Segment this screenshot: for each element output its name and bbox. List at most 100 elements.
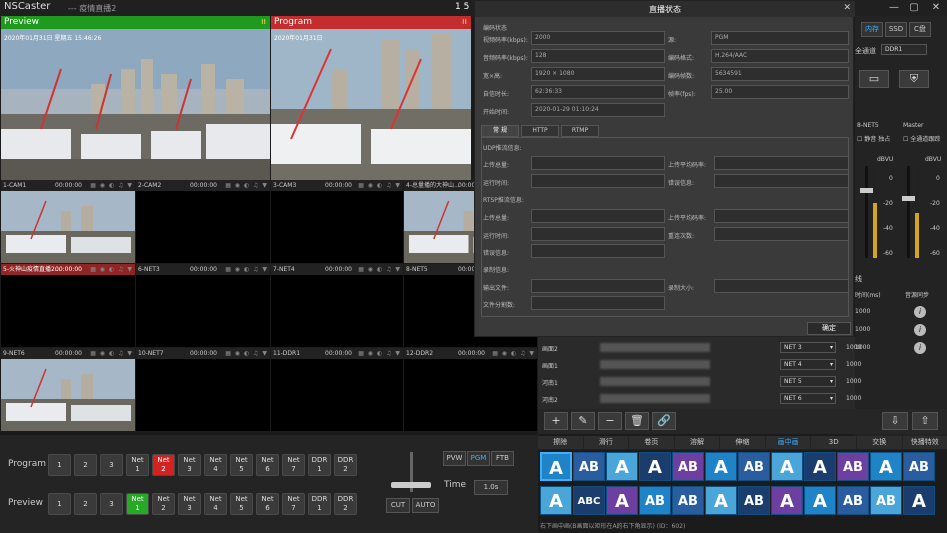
source-video[interactable] [1,191,135,263]
transition-tab[interactable]: 溶解 [674,436,720,449]
volume-fader[interactable] [860,188,873,193]
transition-effect-thumb[interactable]: AB [870,485,902,515]
transition-effect-thumb[interactable]: A [804,452,836,481]
transition-effect-thumb[interactable]: AB [639,485,671,515]
transition-effect-thumb[interactable]: A [606,485,638,515]
transition-effect-thumb[interactable]: AB [738,452,770,481]
transition-effect-thumb[interactable]: ABC [573,485,605,515]
import-icon[interactable]: ⇧ [912,412,938,430]
mute-toggle[interactable]: ☐ 静音 独占 [857,134,890,143]
transition-effect-thumb[interactable]: A [771,452,803,481]
source-tool-icons[interactable]: ▦ ◉ ◐ ♫ ▼ [225,348,268,359]
program-bus-button[interactable]: Net 3 [178,454,201,476]
edit-icon[interactable]: ✎ [571,412,595,430]
source-tool-icons[interactable]: ▦ ◉ ◐ ♫ ▼ [358,348,401,359]
transition-effect-thumb[interactable]: A [540,452,572,481]
storage-button[interactable]: SSD [885,22,907,37]
transition-tab[interactable]: 交换 [856,436,902,449]
program-bus-button[interactable]: 2 [74,454,97,476]
program-bus-button[interactable]: Net 1 [126,454,149,476]
program-bus-button[interactable]: DDR 1 [308,454,331,476]
transition-effect-thumb[interactable]: A [639,452,671,481]
source-tool-icons[interactable]: ▦ ◉ ◐ ♫ ▼ [358,264,401,275]
transition-effect-thumb[interactable]: A [804,485,836,515]
ok-button[interactable]: 确定 [807,322,851,335]
net-select[interactable]: NET 4 ▾ [780,359,836,370]
source-tool-icons[interactable]: ▦ ◉ ◐ ♫ ▼ [225,180,268,191]
preview-bus-button[interactable]: Net 2 [152,493,175,515]
transition-tab[interactable]: 3D [811,436,856,449]
source-video[interactable] [1,275,135,347]
ddr-select[interactable]: DDR1 [881,44,927,55]
source-video[interactable] [271,359,403,431]
dialog-tab[interactable]: HTTP [521,125,559,137]
source-tool-icons[interactable]: ▦ ◉ ◐ ♫ ▼ [358,180,401,191]
transition-effect-thumb[interactable]: A [606,452,638,481]
program-bus-button[interactable]: Net 6 [256,454,279,476]
source-video[interactable] [271,191,403,263]
preview-bus-button[interactable]: 1 [48,493,71,515]
source-video[interactable] [271,275,403,347]
transition-effect-thumb[interactable]: AB [672,452,704,481]
transition-effect-thumb[interactable]: AB [903,452,935,481]
transition-effect-thumb[interactable]: A [705,452,737,481]
preview-bus-button[interactable]: DDR 2 [334,493,357,515]
storage-button[interactable]: 内存 [861,22,883,37]
source-video[interactable] [136,275,270,347]
transition-tab[interactable]: 画中画 [765,436,811,449]
dialog-tab[interactable]: 常 规 [481,125,519,137]
t-bar-handle[interactable] [391,482,431,488]
device-button[interactable]: ▭ [859,70,889,88]
source-tool-icons[interactable]: ▦ ◉ ◐ ♫ ▼ [225,264,268,275]
preview-bus-button[interactable]: Net 7 [282,493,305,515]
transition-effect-thumb[interactable]: A [771,485,803,515]
dialog-tab[interactable]: RTMP [561,125,599,137]
transition-effect-thumb[interactable]: A [870,452,902,481]
transition-tab[interactable]: 卷页 [629,436,674,449]
preview-bus-button[interactable]: Net 4 [204,493,227,515]
program-bus-button[interactable]: Net 7 [282,454,305,476]
preview-video[interactable]: 2020年01月31日 星期五 15:46:26 [1,29,270,180]
master-fader[interactable] [902,196,915,201]
source-video[interactable] [404,359,537,431]
transition-effect-thumb[interactable]: AB [837,485,869,515]
transition-effect-thumb[interactable]: AB [837,452,869,481]
transition-effect-thumb[interactable]: A [540,485,572,515]
net-select[interactable]: NET 3 ▾ [780,342,836,353]
transition-tab[interactable]: 擦除 [538,436,583,449]
preview-bus-button[interactable]: Net 5 [230,493,253,515]
info-icon[interactable]: i [914,306,926,318]
delete-icon[interactable]: 🗑 [625,412,649,430]
info-icon[interactable]: i [914,342,926,354]
transition-effect-thumb[interactable]: AB [672,485,704,515]
remove-icon[interactable]: − [598,412,622,430]
storage-button[interactable]: C盘 [909,22,931,37]
net-select[interactable]: NET 6 ▾ [780,393,836,404]
program-bus-button[interactable]: 3 [100,454,123,476]
program-bus-button[interactable]: Net 5 [230,454,253,476]
preview-bus-button[interactable]: 2 [74,493,97,515]
time-field[interactable]: 1.0s [474,480,508,495]
auto-button[interactable]: AUTO [412,498,439,513]
net-select[interactable]: NET 5 ▾ [780,376,836,387]
transition-effect-thumb[interactable]: A [903,485,935,515]
transition-effect-thumb[interactable]: AB [573,452,605,481]
shield-icon[interactable]: ⛨ [899,70,929,88]
mode-ftb-button[interactable]: FTB [491,451,514,466]
program-bus-button[interactable]: DDR 2 [334,454,357,476]
preview-bus-button[interactable]: 3 [100,493,123,515]
source-video[interactable] [136,359,270,431]
add-icon[interactable]: + [544,412,568,430]
link-icon[interactable]: 🔗 [652,412,676,430]
source-tool-icons[interactable]: ▦ ◉ ◐ ♫ ▼ [90,264,133,275]
transition-effect-thumb[interactable]: AB [738,485,770,515]
transition-tab[interactable]: 滑行 [583,436,629,449]
preview-bus-button[interactable]: Net 6 [256,493,279,515]
program-bus-button[interactable]: Net 4 [204,454,227,476]
source-video[interactable] [136,191,270,263]
program-bus-button[interactable]: 1 [48,454,71,476]
info-icon[interactable]: i [914,324,926,336]
program-bus-button[interactable]: Net 2 [152,454,175,476]
cut-button[interactable]: CUT [386,498,410,513]
all-follow-toggle[interactable]: ☐ 全通道跟踪 [903,134,940,143]
